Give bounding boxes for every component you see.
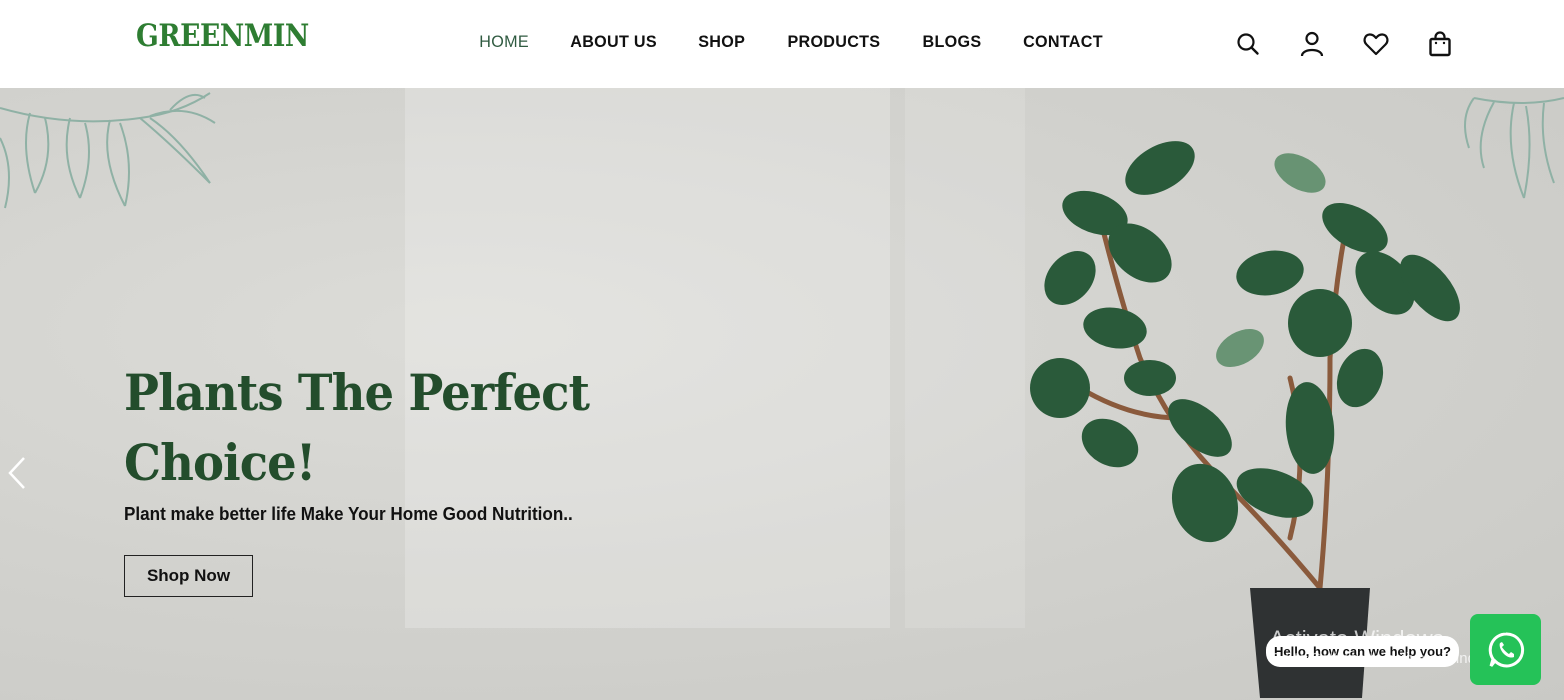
hero-subtitle: Plant make better life Make Your Home Go… xyxy=(124,504,573,524)
nav-shop[interactable]: SHOP xyxy=(699,32,746,52)
nav-about-us[interactable]: ABOUT US xyxy=(570,32,657,52)
nav-blogs[interactable]: BLOGS xyxy=(922,32,981,52)
hero-title-line1: Plants The Perfect xyxy=(124,363,590,422)
whatsapp-icon xyxy=(1488,631,1524,667)
search-icon[interactable] xyxy=(1234,30,1262,58)
hero-title-line2: Choice! xyxy=(124,433,316,492)
main-nav: HOME ABOUT US SHOP PRODUCTS BLOGS CONTAC… xyxy=(478,32,1142,52)
heart-icon[interactable] xyxy=(1362,30,1390,58)
user-icon[interactable] xyxy=(1298,30,1326,58)
site-header: GREENMIN HOME ABOUT US SHOP PRODUCTS BLO… xyxy=(0,0,1564,88)
hero-slider: Plants The Perfect Choice! Plant make be… xyxy=(0,88,1564,700)
chevron-left-icon xyxy=(8,457,25,489)
leaf-decoration-left xyxy=(0,92,216,209)
nav-home[interactable]: HOME xyxy=(479,32,529,52)
whatsapp-chat-button[interactable] xyxy=(1470,614,1541,685)
header-icons xyxy=(1234,30,1490,58)
nav-contact[interactable]: CONTACT xyxy=(1023,32,1103,52)
slider-prev-arrow[interactable] xyxy=(4,456,30,490)
shopping-bag-icon[interactable] xyxy=(1426,30,1454,58)
hero-title: Plants The Perfect Choice! xyxy=(124,358,590,498)
potted-plant-image xyxy=(1030,141,1460,698)
shop-now-button[interactable]: Shop Now xyxy=(124,555,253,597)
brand-logo[interactable]: GREENMIN xyxy=(136,18,309,54)
nav-products[interactable]: PRODUCTS xyxy=(787,32,880,52)
